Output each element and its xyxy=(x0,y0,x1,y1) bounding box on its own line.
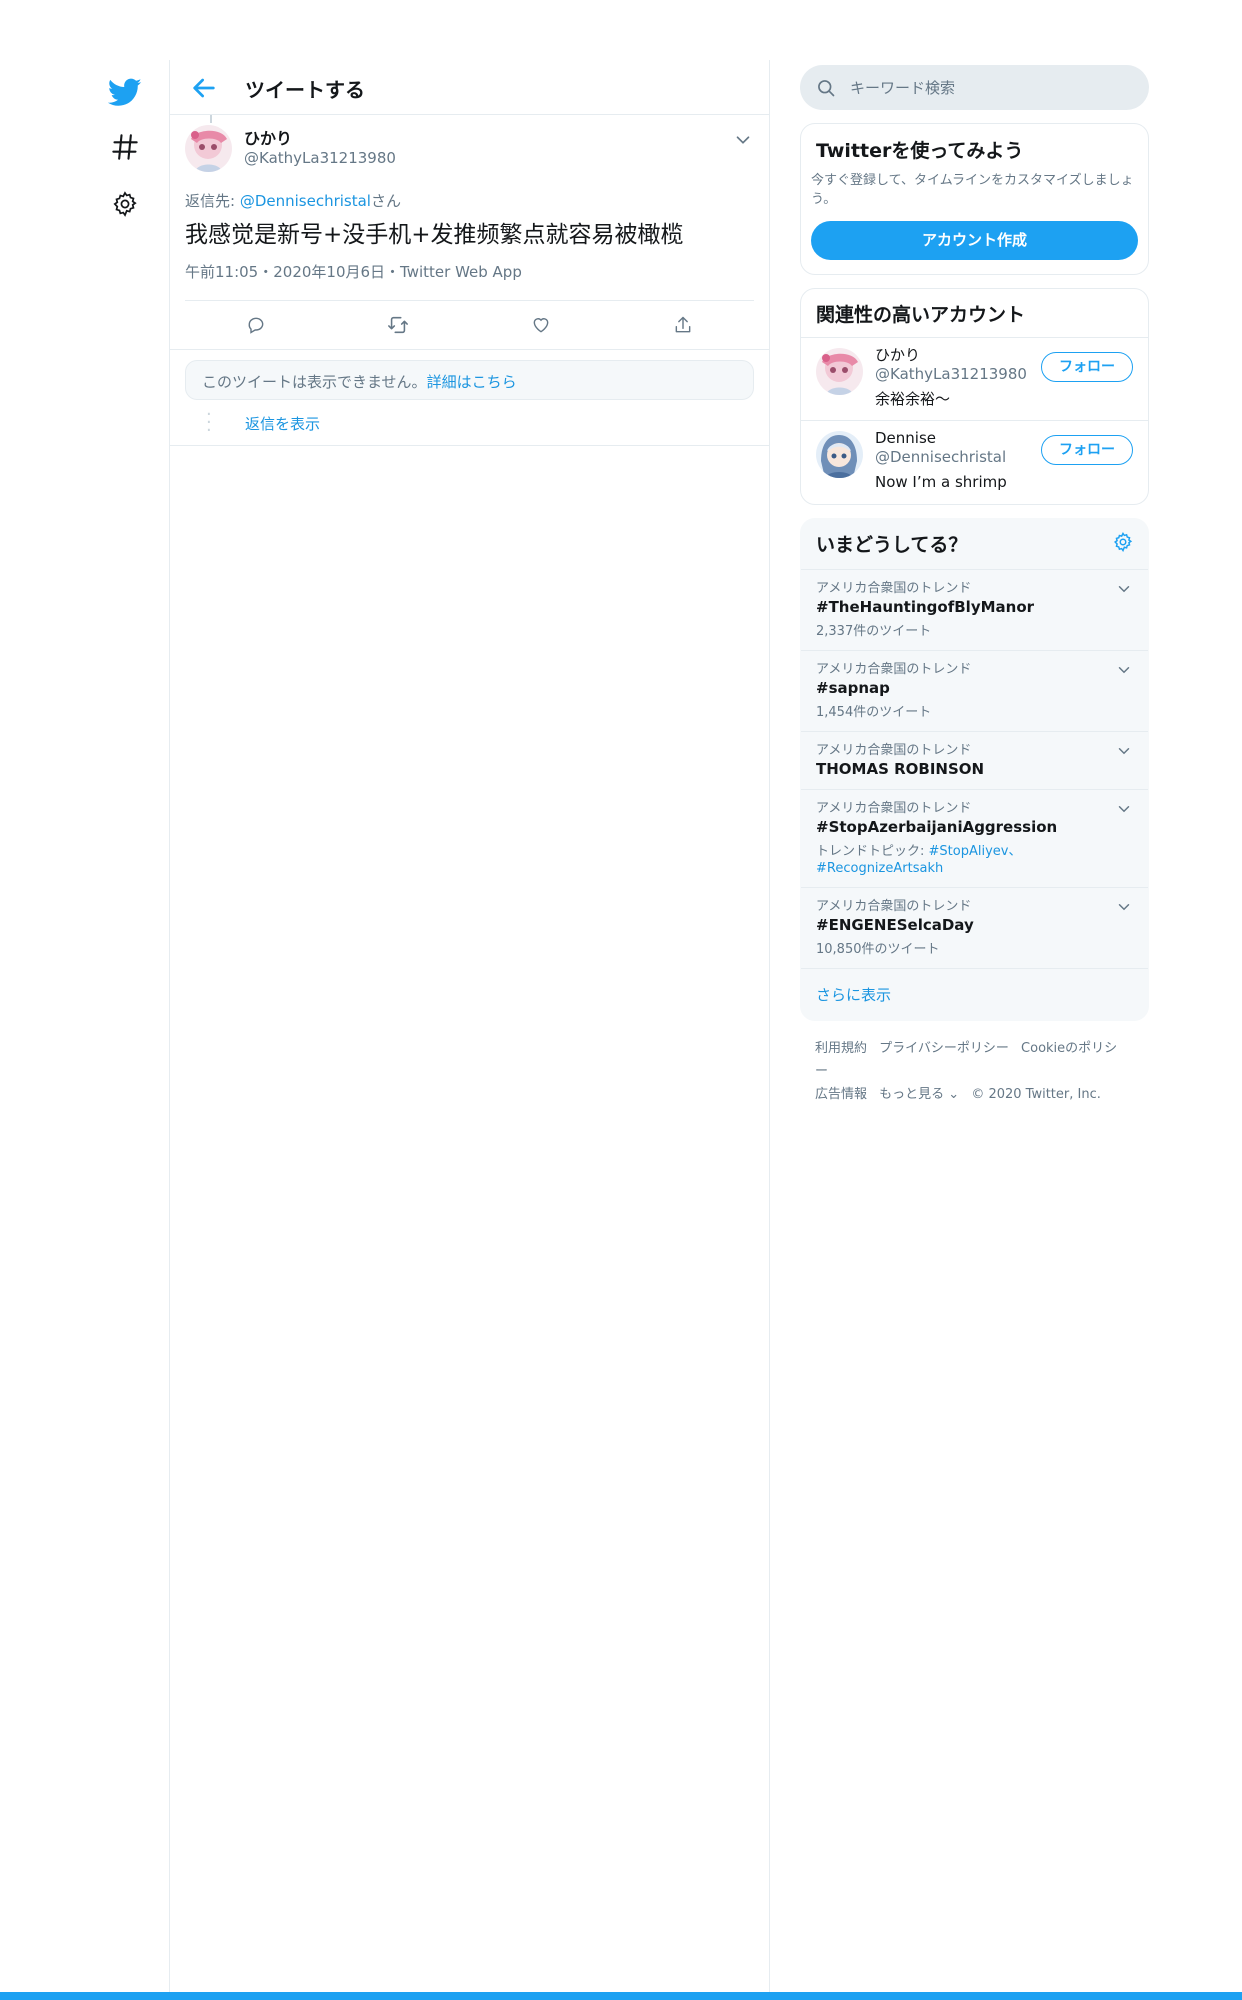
account-bio: 余裕余裕～ xyxy=(875,390,951,408)
related-accounts-card: 関連性の高いアカウント ひかり @KathyLa31213980 余裕余裕～ フ… xyxy=(800,288,1149,505)
account-name[interactable]: Dennise xyxy=(875,429,1007,448)
signup-card: Twitterを使ってみよう 今すぐ登録して、タイムラインをカスタマイズしましょ… xyxy=(800,123,1149,275)
tweet-text: 我感觉是新号+没手机+发推频繁点就容易被橄榄 xyxy=(185,222,684,248)
unavailable-text: このツイートは表示できません。 xyxy=(202,373,427,391)
reply-suffix: さん xyxy=(370,192,401,210)
trend-item[interactable]: アメリカ合衆国のトレンド #sapnap 1,454件のツイート xyxy=(801,651,1148,732)
bottom-banner-bar xyxy=(0,1992,1242,2000)
trend-name: THOMAS ROBINSON xyxy=(816,760,985,778)
trend-name: #sapnap xyxy=(816,679,890,697)
chevron-down-icon[interactable] xyxy=(1115,800,1133,818)
trend-item[interactable]: アメリカ合衆国のトレンド #ENGENESelcaDay 10,850件のツイー… xyxy=(801,888,1148,969)
thread-dots: · · · xyxy=(206,404,212,441)
author-handle[interactable]: @KathyLa31213980 xyxy=(244,149,396,167)
explore-hashtag-icon[interactable] xyxy=(100,133,150,183)
trend-name: #ENGENESelcaDay xyxy=(816,916,974,934)
footer-copyright: © 2020 Twitter, Inc. xyxy=(971,1087,1101,1102)
search-input[interactable] xyxy=(850,65,1130,110)
trend-item[interactable]: アメリカ合衆国のトレンド #TheHauntingofBlyManor 2,33… xyxy=(801,570,1148,651)
tweet-author-row: ひかり @KathyLa31213980 xyxy=(185,115,754,180)
footer-link-more[interactable]: もっと見る ⌄ xyxy=(879,1087,959,1102)
account-handle[interactable]: @Dennisechristal xyxy=(875,448,1007,467)
account-item[interactable]: Dennise @Dennisechristal Now I’m a shrim… xyxy=(801,421,1148,504)
like-heart-icon[interactable] xyxy=(521,305,561,345)
signup-title: Twitterを使ってみよう xyxy=(816,140,1024,162)
page-header: ツイートする xyxy=(170,60,769,115)
avatar[interactable] xyxy=(816,431,863,478)
unavailable-notice: このツイートは表示できません。詳細はこちら xyxy=(185,360,754,400)
search-box xyxy=(800,65,1149,110)
avatar[interactable] xyxy=(185,125,232,172)
trend-item[interactable]: アメリカ合衆国のトレンド #StopAzerbaijaniAggression … xyxy=(801,790,1148,888)
trend-tweet-count: 10,850件のツイート xyxy=(816,942,940,957)
trends-settings-gear-icon[interactable] xyxy=(1113,532,1133,553)
trend-item[interactable]: アメリカ合衆国のトレンド THOMAS ROBINSON xyxy=(801,732,1148,790)
learn-more-link[interactable]: 詳細はこちら xyxy=(427,373,517,391)
trend-context: アメリカ合衆国のトレンド xyxy=(816,801,972,816)
main-column: ツイートする ひかり @KathyLa31213980 返信先: @Dennis… xyxy=(169,60,770,2000)
related-accounts-title: 関連性の高いアカウント xyxy=(801,289,1148,338)
create-account-button[interactable]: アカウント作成 xyxy=(811,221,1138,260)
trend-name: #StopAzerbaijaniAggression xyxy=(816,818,1058,836)
trend-tweet-count: 2,337件のツイート xyxy=(816,624,932,639)
trend-context: アメリカ合衆国のトレンド xyxy=(816,662,972,677)
show-replies-row[interactable]: · · · 返信を表示 xyxy=(170,400,769,446)
footer: 利用規約 プライバシーポリシー Cookieのポリシー 広告情報 もっと見る ⌄… xyxy=(800,1021,1149,1122)
chevron-down-icon[interactable] xyxy=(1115,661,1133,679)
trend-context: アメリカ合衆国のトレンド xyxy=(816,899,972,914)
tweet-timestamp[interactable]: 午前11:05・2020年10月6日・Twitter Web App xyxy=(185,261,754,301)
page-title: ツイートする xyxy=(245,78,365,102)
show-replies-link[interactable]: 返信を表示 xyxy=(245,413,320,434)
chevron-down-icon[interactable] xyxy=(1115,742,1133,760)
trends-card: いまどうしてる？ アメリカ合衆国のトレンド #TheHauntingofBlyM… xyxy=(800,518,1149,1021)
left-nav xyxy=(100,68,150,249)
avatar[interactable] xyxy=(816,348,863,395)
retweet-icon[interactable] xyxy=(378,305,418,345)
author-names: ひかり @KathyLa31213980 xyxy=(244,129,396,180)
right-sidebar: Twitterを使ってみよう 今すぐ登録して、タイムラインをカスタマイズしましょ… xyxy=(800,65,1149,1122)
account-info: Dennise @Dennisechristal Now I’m a shrim… xyxy=(875,429,1007,492)
account-handle[interactable]: @KathyLa31213980 xyxy=(875,365,1027,384)
tweet-actions xyxy=(185,301,754,349)
reply-prefix: 返信先: xyxy=(185,192,240,210)
trends-title: いまどうしてる？ xyxy=(816,534,968,556)
chevron-down-icon[interactable] xyxy=(1115,580,1133,598)
footer-link-terms[interactable]: 利用規約 xyxy=(815,1041,867,1056)
chevron-down-icon[interactable] xyxy=(1115,898,1133,916)
account-item[interactable]: ひかり @KathyLa31213980 余裕余裕～ フォロー xyxy=(801,338,1148,421)
trend-name: #TheHauntingofBlyManor xyxy=(816,598,1035,616)
show-more-link[interactable]: さらに表示 xyxy=(801,969,1148,1020)
share-icon[interactable] xyxy=(663,305,703,345)
account-name[interactable]: ひかり xyxy=(875,346,1027,365)
settings-gear-icon[interactable] xyxy=(100,191,150,241)
account-info: ひかり @KathyLa31213980 余裕余裕～ xyxy=(875,346,1027,409)
follow-button[interactable]: フォロー xyxy=(1041,435,1133,465)
author-display-name[interactable]: ひかり xyxy=(244,129,396,149)
footer-link-ads[interactable]: 広告情報 xyxy=(815,1087,867,1102)
chevron-down-icon[interactable] xyxy=(732,129,754,151)
twitter-logo-icon[interactable] xyxy=(100,75,150,125)
follow-button[interactable]: フォロー xyxy=(1041,352,1133,382)
back-arrow-icon[interactable] xyxy=(188,72,220,104)
main-tweet: ひかり @KathyLa31213980 返信先: @Dennisechrist… xyxy=(170,115,769,350)
trend-tweet-count: 1,454件のツイート xyxy=(816,705,932,720)
footer-link-privacy[interactable]: プライバシーポリシー xyxy=(879,1041,1009,1056)
divider xyxy=(170,349,769,350)
account-bio: Now I’m a shrimp xyxy=(875,473,1007,491)
reply-icon[interactable] xyxy=(236,305,276,345)
trend-topic-label: トレンドトピック: xyxy=(816,844,929,859)
reply-target-link[interactable]: @Dennisechristal xyxy=(240,192,371,210)
trend-topics: トレンドトピック: #StopAliyev、#RecognizeArtsakh xyxy=(816,843,1133,877)
trend-context: アメリカ合衆国のトレンド xyxy=(816,581,972,596)
signup-description: 今すぐ登録して、タイムラインをカスタマイズしましょう。 xyxy=(811,173,1134,207)
search-icon xyxy=(818,80,835,97)
reply-to-line: 返信先: @Dennisechristalさん xyxy=(185,190,754,211)
trends-header: いまどうしてる？ xyxy=(801,519,1148,570)
trend-context: アメリカ合衆国のトレンド xyxy=(816,743,972,758)
